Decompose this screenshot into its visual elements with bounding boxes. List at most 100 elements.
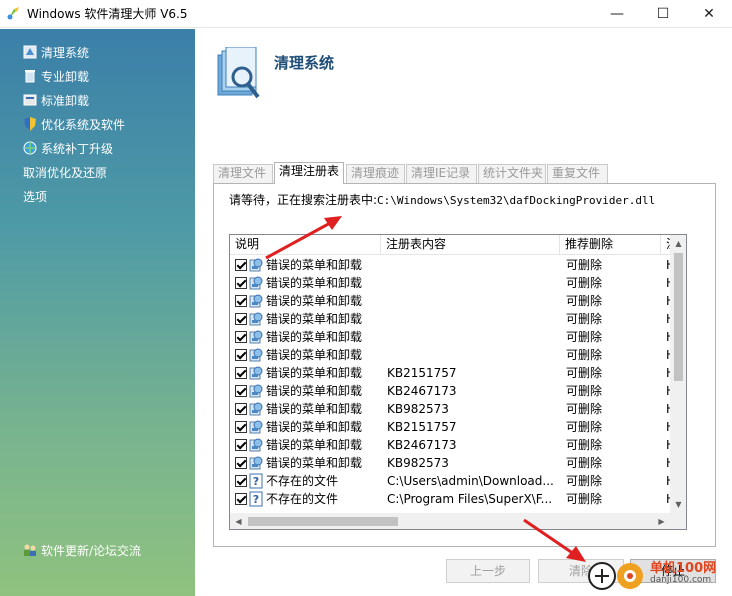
tab-clean-ie[interactable]: 清理IE记录 [406,164,477,183]
row-recommend: 可删除 [566,492,603,506]
row-checkbox[interactable] [235,331,247,343]
tab-clean-traces[interactable]: 清理痕迹 [346,164,405,183]
table-row[interactable]: 错误的菜单和卸载可删除H [230,292,672,310]
table-row[interactable]: 错误的菜单和卸载KB2467173可删除H [230,436,672,454]
status-prefix: 请等待，正在搜索注册表中: [229,193,378,207]
row-recommend: 可删除 [566,258,603,272]
registry-icon [249,258,263,272]
table-row[interactable]: 错误的菜单和卸载可删除H [230,346,672,364]
scroll-down-icon[interactable]: ▼ [670,496,686,513]
page-title: 清理系统 [274,54,335,72]
sidebar-item-label: 系统补丁升级 [41,141,114,156]
row-content [387,328,555,346]
sidebar-item-optimize[interactable]: 优化系统及软件 [22,114,125,134]
table-row[interactable]: 错误的菜单和卸载KB2467173可删除H [230,382,672,400]
maximize-button[interactable]: ☐ [640,0,686,28]
sidebar-item-options[interactable]: 选项 [23,186,47,206]
table-row[interactable]: ?不存在的文件C:\Program Files\SuperX\F...可删除H [230,490,672,508]
row-content: KB2151757 [387,420,457,434]
sidebar-item-label: 取消优化及还原 [23,165,108,180]
row-checkbox[interactable] [235,349,247,361]
table-row[interactable]: 错误的菜单和卸载可删除H [230,328,672,346]
minimize-button[interactable]: — [594,0,640,28]
title-bar: Windows 软件清理大师 V6.5 — ☐ ✕ [0,0,732,28]
row-recommend: 可删除 [566,312,603,326]
scroll-thumb-horizontal[interactable] [248,517,398,526]
registry-icon [249,294,263,308]
registry-icon [249,330,263,344]
sidebar-item-update-forum[interactable]: 软件更新/论坛交流 [22,540,141,560]
svg-text:?: ? [253,493,259,506]
row-recommend: 可删除 [566,402,603,416]
registry-list[interactable]: 说明 注册表内容 推荐删除 注 错误的菜单和卸载可删除H错误的菜单和卸载可删除H… [229,234,687,530]
registry-icon [249,384,263,398]
sidebar-item-label: 专业卸载 [41,69,90,84]
table-row[interactable]: 错误的菜单和卸载KB982573可删除H [230,454,672,472]
row-desc: 错误的菜单和卸载 [266,420,363,434]
row-checkbox[interactable] [235,259,247,271]
watermark-text: 单机100网 [650,561,717,576]
scroll-thumb[interactable] [674,253,683,381]
sidebar-item-label: 标准卸载 [41,93,90,108]
row-checkbox[interactable] [235,367,247,379]
sidebar-item-std-uninstall[interactable]: 标准卸载 [22,90,89,110]
close-button[interactable]: ✕ [686,0,732,28]
row-recommend: 可删除 [566,348,603,362]
sidebar-item-patch-upgrade[interactable]: 系统补丁升级 [22,138,113,158]
row-checkbox[interactable] [235,313,247,325]
row-content: KB2151757 [387,366,457,380]
sidebar-item-pro-uninstall[interactable]: 专业卸载 [22,66,89,86]
maximize-icon: ☐ [656,6,670,22]
row-checkbox[interactable] [235,277,247,289]
missing-file-icon: ? [249,491,263,507]
column-header-content[interactable]: 注册表内容 [381,235,560,255]
registry-icon [249,438,263,452]
tab-duplicate-files[interactable]: 重复文件 [547,164,608,183]
row-checkbox[interactable] [235,295,247,307]
horizontal-scrollbar[interactable]: ◀ ▶ [230,513,670,529]
tab-stat-folders[interactable]: 统计文件夹 [478,164,546,183]
row-checkbox[interactable] [235,457,247,469]
row-checkbox[interactable] [235,439,247,451]
table-row[interactable]: 错误的菜单和卸载KB2151757可删除H [230,364,672,382]
table-row[interactable]: 错误的菜单和卸载KB982573可删除H [230,400,672,418]
svg-text:?: ? [253,475,259,488]
registry-icon [249,348,263,362]
tab-clean-registry[interactable]: 清理注册表 [274,162,344,184]
row-checkbox[interactable] [235,421,247,433]
table-row[interactable]: 错误的菜单和卸载可删除H [230,274,672,292]
tab-clean-files[interactable]: 清理文件 [213,164,273,183]
table-row[interactable]: 错误的菜单和卸载可删除H [230,256,672,274]
sidebar-item-clean-system[interactable]: 清理系统 [22,42,89,62]
sidebar-item-label: 软件更新/论坛交流 [41,543,142,558]
row-checkbox[interactable] [235,403,247,415]
row-checkbox[interactable] [235,493,247,505]
column-header-desc[interactable]: 说明 [230,235,381,255]
vertical-scrollbar[interactable]: ▲ ▼ [670,235,686,513]
row-content: C:\Program Files\SuperX\F... [387,492,553,506]
row-recommend: 可删除 [566,438,603,452]
row-desc: 错误的菜单和卸载 [266,438,363,452]
globe-icon [23,141,37,155]
row-desc: 错误的菜单和卸载 [266,456,363,470]
row-checkbox[interactable] [235,385,247,397]
app-logo-icon [7,7,19,20]
row-checkbox[interactable] [235,475,247,487]
scroll-left-icon[interactable]: ◀ [230,513,247,529]
sidebar-item-undo-restore[interactable]: 取消优化及还原 [23,162,107,182]
row-desc: 错误的菜单和卸载 [266,294,363,308]
table-row[interactable]: 错误的菜单和卸载可删除H [230,310,672,328]
row-content: KB2467173 [387,384,457,398]
prev-step-button[interactable]: 上一步 [446,559,530,583]
uninstall-icon [23,94,37,106]
watermark-url: danji100.com [650,575,712,585]
list-header: 说明 注册表内容 推荐删除 注 [230,235,673,255]
table-row[interactable]: 错误的菜单和卸载KB2151757可删除H [230,418,672,436]
table-row[interactable]: ?不存在的文件C:\Users\admin\Download...可删除H [230,472,672,490]
scroll-up-icon[interactable]: ▲ [670,235,686,252]
sidebar-item-label: 选项 [23,189,48,204]
minimize-icon: — [610,6,624,22]
column-header-recommend[interactable]: 推荐删除 [560,235,661,255]
row-recommend: 可删除 [566,276,603,290]
scroll-right-icon[interactable]: ▶ [653,513,670,529]
